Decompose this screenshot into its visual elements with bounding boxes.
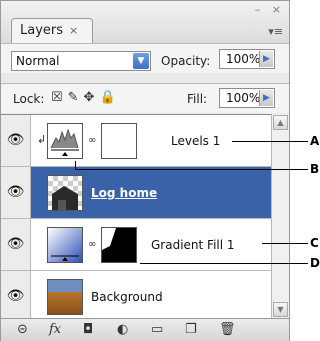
- chain-link-icon[interactable]: ⊝: [17, 322, 28, 337]
- add-mask-icon[interactable]: ◘: [83, 322, 93, 337]
- fill-label: Fill:: [187, 92, 208, 106]
- blend-opacity-row: Normal ▼ Opacity: 100% ▶: [1, 43, 289, 73]
- callout-line-c: [262, 243, 308, 244]
- opacity-value: 100%: [226, 52, 261, 66]
- log-home-thumbnail[interactable]: [47, 175, 83, 211]
- opacity-label: Opacity:: [161, 54, 211, 68]
- new-layer-icon[interactable]: ❐: [185, 322, 197, 337]
- callout-label-a: A: [310, 134, 320, 148]
- histogram-icon: [50, 128, 79, 156]
- layer-name: Background: [91, 290, 163, 304]
- scroll-down-icon[interactable]: ▼: [273, 302, 288, 317]
- opacity-arrow-icon[interactable]: ▶: [259, 51, 273, 67]
- layer-background[interactable]: 👁 Background: [1, 271, 271, 323]
- levels-thumbnail[interactable]: [47, 123, 83, 159]
- blend-mode-select[interactable]: Normal ▼: [11, 51, 151, 71]
- lock-fill-row: Lock: ☒✎✥🔒 Fill: 100% ▶: [1, 83, 289, 113]
- eye-icon[interactable]: 👁: [1, 219, 31, 270]
- layers-panel: Layers × – × ▾≡ Normal ▼ Opacity: 100% ▶ …: [0, 0, 290, 341]
- layer-log-home[interactable]: 👁 Log home: [1, 167, 271, 219]
- bottom-toolbar: ⊝ fx ◘ ◐ ▭ ❐ 🗑: [1, 318, 289, 341]
- chain-link-icon[interactable]: ∞: [88, 239, 96, 250]
- mask-shape: [102, 228, 116, 250]
- eye-icon[interactable]: 👁: [1, 115, 31, 166]
- callout-label-d: D: [310, 256, 320, 270]
- lock-label: Lock:: [13, 92, 45, 106]
- window-controls[interactable]: – ×: [255, 3, 285, 16]
- clip-arrow-icon: ↲: [37, 133, 47, 146]
- eye-icon[interactable]: 👁: [1, 167, 31, 218]
- house-image: [52, 186, 78, 210]
- callout-line-d: [140, 263, 308, 264]
- callout-label-b: B: [310, 162, 320, 176]
- gradient-thumbnail[interactable]: [47, 227, 83, 263]
- eye-icon[interactable]: 👁: [1, 271, 31, 322]
- callout-line-b: [75, 169, 308, 170]
- adjustment-layer-icon[interactable]: ◐: [117, 322, 128, 337]
- levels-mask-thumbnail[interactable]: [101, 123, 137, 159]
- chain-link-icon[interactable]: ∞: [88, 135, 96, 146]
- gradient-icon: [51, 255, 79, 261]
- fill-field[interactable]: 100% ▶: [219, 88, 275, 108]
- tab-layers[interactable]: Layers ×: [11, 18, 93, 43]
- fx-icon[interactable]: fx: [49, 322, 61, 337]
- gradient-mask-thumbnail[interactable]: [101, 227, 137, 263]
- fill-arrow-icon[interactable]: ▶: [259, 90, 273, 106]
- blend-mode-value: Normal: [16, 54, 60, 68]
- lock-icons[interactable]: ☒✎✥🔒: [51, 90, 121, 105]
- opacity-field[interactable]: 100% ▶: [219, 49, 275, 69]
- callout-line-b-vertical: [75, 161, 76, 169]
- callout-line-a: [232, 141, 308, 142]
- layer-name: Log home: [91, 186, 158, 200]
- trash-icon[interactable]: 🗑: [219, 322, 236, 337]
- background-thumbnail[interactable]: [47, 279, 83, 315]
- callout-label-c: C: [310, 236, 319, 250]
- layer-name: Levels 1: [171, 134, 221, 148]
- new-group-icon[interactable]: ▭: [151, 322, 163, 337]
- scrollbar[interactable]: ▲ ▼: [271, 114, 289, 318]
- fill-value: 100%: [226, 91, 261, 105]
- chevron-down-icon[interactable]: ▼: [133, 53, 149, 69]
- scroll-up-icon[interactable]: ▲: [273, 115, 288, 130]
- layers-list: 👁 ↲ ∞ Levels 1 👁 Log home 👁 ∞ Gradient F…: [1, 114, 271, 323]
- layer-levels-1[interactable]: 👁 ↲ ∞ Levels 1: [1, 115, 271, 167]
- tab-label: Layers: [20, 23, 64, 38]
- layer-name: Gradient Fill 1: [151, 238, 235, 252]
- panel-titlebar: Layers × – × ▾≡: [1, 1, 289, 43]
- panel-menu-icon[interactable]: ▾≡: [268, 25, 283, 38]
- tab-close-icon[interactable]: ×: [69, 24, 78, 37]
